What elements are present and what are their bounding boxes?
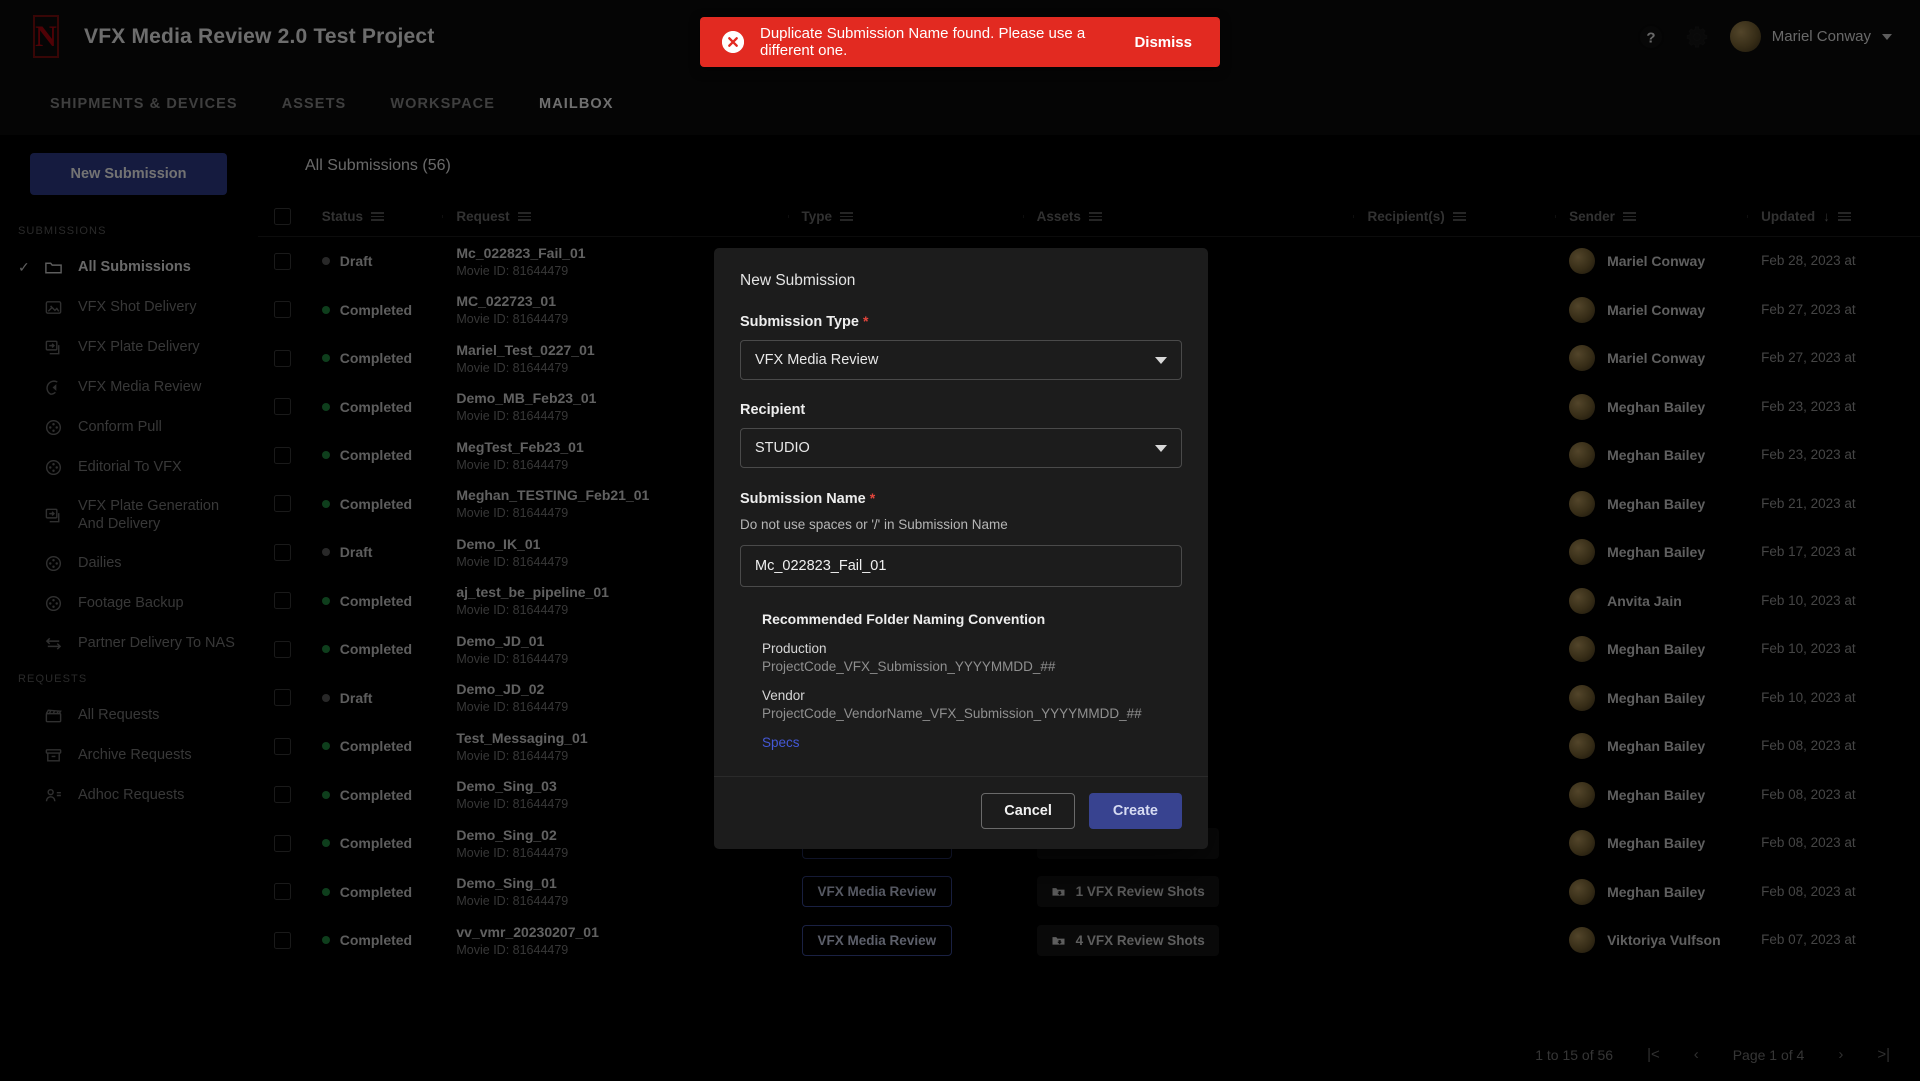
cancel-button[interactable]: Cancel [981, 793, 1075, 829]
dismiss-button[interactable]: Dismiss [1134, 34, 1192, 51]
new-submission-dialog: New Submission Submission Type * VFX Med… [714, 248, 1208, 849]
vendor-label: Vendor [762, 688, 805, 703]
app-root: N VFX Media Review 2.0 Test Project ? Ma… [0, 0, 1920, 1081]
create-button[interactable]: Create [1088, 793, 1182, 829]
submission-name-hint: Do not use spaces or '/' in Submission N… [740, 517, 1008, 532]
chevron-down-icon [1155, 444, 1167, 452]
submission-name-label-text: Submission Name [740, 491, 866, 507]
vendor-pattern: ProjectCode_VendorName_VFX_Submission_YY… [762, 706, 1142, 721]
specs-link[interactable]: Specs [762, 735, 1182, 750]
recipient-label: Recipient [740, 402, 806, 418]
recipient-select[interactable]: STUDIO [740, 428, 1182, 468]
dialog-footer: Cancel Create [714, 776, 1208, 849]
naming-convention-title: Recommended Folder Naming Convention [762, 611, 1046, 627]
submission-name-label: Submission Name * [740, 490, 1182, 507]
dialog-title: New Submission [740, 272, 856, 289]
required-marker: * [869, 490, 876, 506]
dialog-body: New Submission Submission Type * VFX Med… [714, 248, 1208, 760]
submission-type-select[interactable]: VFX Media Review [740, 340, 1182, 380]
error-message: Duplicate Submission Name found. Please … [760, 25, 1086, 59]
submission-type-value: VFX Media Review [755, 352, 879, 368]
error-icon [722, 31, 744, 53]
submission-type-label-text: Submission Type [740, 314, 859, 330]
required-marker: * [863, 313, 869, 329]
production-label: Production [762, 641, 827, 656]
recipient-value: STUDIO [755, 440, 810, 456]
submission-name-input[interactable]: Mc_022823_Fail_01 [740, 545, 1182, 587]
production-pattern: ProjectCode_VFX_Submission_YYYYMMDD_## [762, 659, 1056, 674]
error-banner: Duplicate Submission Name found. Please … [700, 17, 1220, 67]
naming-convention-block: Recommended Folder Naming Convention Pro… [740, 611, 1182, 750]
chevron-down-icon [1155, 356, 1167, 364]
submission-name-value: Mc_022823_Fail_01 [755, 558, 887, 574]
submission-type-label: Submission Type * [740, 313, 1182, 330]
